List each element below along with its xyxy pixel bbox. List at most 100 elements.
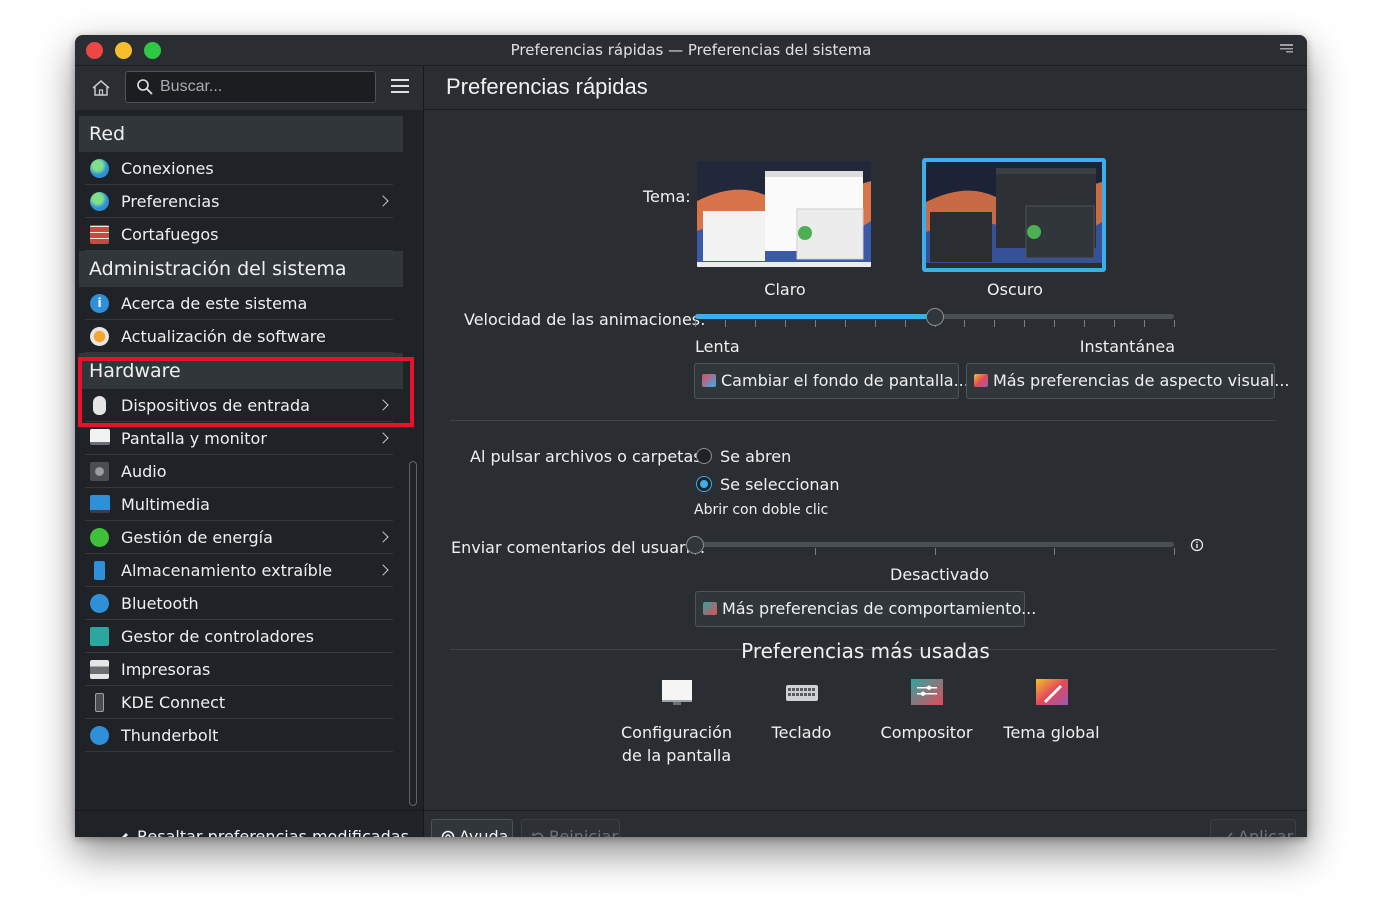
system-settings-window: Preferencias rápidas — Preferencias del … xyxy=(75,35,1307,837)
theme-light-thumbnail[interactable] xyxy=(695,159,873,269)
monitor-icon xyxy=(90,429,110,445)
favorite-label: Compositor xyxy=(880,723,973,742)
search-box[interactable] xyxy=(125,71,376,103)
globe-icon xyxy=(90,192,109,211)
mouse-icon xyxy=(93,396,106,415)
sidebar-item-conexiones[interactable]: Conexiones xyxy=(79,152,403,185)
slider-tick xyxy=(845,320,846,327)
more-behavior-label: Más preferencias de comportamiento... xyxy=(722,599,1037,618)
favorite-display-config[interactable]: Configuración de la pantalla xyxy=(614,679,739,767)
favorite-label: Teclado xyxy=(771,723,832,742)
chevron-right-icon xyxy=(377,564,389,576)
behavior-icon xyxy=(703,602,717,615)
sidebar-item-label: Dispositivos de entrada xyxy=(121,396,310,415)
sidebar-item-label: Audio xyxy=(121,462,167,481)
reset-button[interactable]: Reiniciar xyxy=(521,819,620,837)
keyboard-icon xyxy=(785,685,818,701)
slider-handle[interactable] xyxy=(686,536,704,554)
highlight-changed-button[interactable]: Resaltar preferencias modificadas xyxy=(113,827,409,837)
slider-tick xyxy=(905,320,906,327)
update-icon xyxy=(90,327,109,346)
info-icon[interactable] xyxy=(1190,538,1204,552)
sidebar-item-cortafuegos[interactable]: Cortafuegos xyxy=(79,218,403,251)
chevron-right-icon xyxy=(377,531,389,543)
theme-light-label: Claro xyxy=(764,280,806,299)
home-icon[interactable] xyxy=(91,78,111,98)
sidebar-item-pantalla[interactable]: Pantalla y monitor xyxy=(79,422,403,455)
radio-select[interactable] xyxy=(696,476,712,492)
info-icon: i xyxy=(90,294,109,313)
sidebar-item-label: Thunderbolt xyxy=(121,726,219,745)
check-icon xyxy=(1222,832,1233,837)
help-label: Ayuda xyxy=(459,827,509,837)
slider-tick xyxy=(815,320,816,327)
sidebar-item-impresoras[interactable]: Impresoras xyxy=(79,653,403,686)
sidebar-item-actualizacion[interactable]: Actualización de software xyxy=(79,320,403,353)
sidebar-item-label: Conexiones xyxy=(121,159,214,178)
sidebar-item-acerca[interactable]: i Acerca de este sistema xyxy=(79,287,403,320)
radio-select-label: Se seleccionan xyxy=(720,475,840,494)
favorite-global-theme[interactable]: Tema global xyxy=(989,679,1114,744)
display-config-icon xyxy=(661,680,692,705)
sidebar-item-label: Preferencias xyxy=(121,192,220,211)
slider-handle[interactable] xyxy=(926,308,944,326)
sidebar-item-controladores[interactable]: Gestor de controladores xyxy=(79,620,403,653)
sidebar-item-label: Acerca de este sistema xyxy=(121,294,308,313)
help-button[interactable]: Ayuda xyxy=(431,819,513,837)
favorites-title: Preferencias más usadas xyxy=(741,639,990,663)
compositor-icon xyxy=(910,679,943,705)
speaker-icon xyxy=(90,462,109,481)
change-wallpaper-button[interactable]: Cambiar el fondo de pantalla... xyxy=(694,363,969,399)
sidebar-item-bluetooth[interactable]: Bluetooth xyxy=(79,587,403,620)
slider-tick xyxy=(1174,548,1175,555)
separator xyxy=(450,420,1276,421)
sidebar-item-almacenamiento[interactable]: Almacenamiento extraíble xyxy=(79,554,403,587)
sidebar-item-label: Impresoras xyxy=(121,660,211,679)
slider-tick xyxy=(1174,320,1175,327)
thunderbolt-icon xyxy=(90,726,109,745)
slider-tick xyxy=(1114,320,1115,327)
theme-dark-label: Oscuro xyxy=(987,280,1043,299)
title-bar: Preferencias rápidas — Preferencias del … xyxy=(75,35,1307,66)
firewall-icon xyxy=(90,225,109,244)
apply-button[interactable]: Aplicar xyxy=(1210,819,1296,837)
theme-dark-thumbnail[interactable] xyxy=(922,158,1106,272)
sidebar-item-audio[interactable]: Audio xyxy=(79,455,403,488)
highlight-changed-label: Resaltar preferencias modificadas xyxy=(137,827,409,837)
hamburger-menu-icon[interactable] xyxy=(391,79,409,95)
search-icon xyxy=(137,79,153,95)
sidebar-item-dispositivos-entrada[interactable]: Dispositivos de entrada xyxy=(79,389,403,422)
sidebar-scrollbar[interactable] xyxy=(409,461,417,806)
slider-tick xyxy=(1054,320,1055,327)
main-panel: Preferencias rápidas Tema: Claro Oscuro … xyxy=(424,66,1307,837)
more-appearance-button[interactable]: Más preferencias de aspecto visual... xyxy=(966,363,1289,399)
radio-open[interactable] xyxy=(696,448,712,464)
page-title: Preferencias rápidas xyxy=(446,74,648,99)
sidebar-item-preferencias[interactable]: Preferencias xyxy=(79,185,403,218)
slider-tick xyxy=(964,320,965,327)
appearance-icon xyxy=(974,374,988,387)
slider-tick xyxy=(935,548,936,555)
sidebar-item-kdeconnect[interactable]: KDE Connect xyxy=(79,686,403,719)
favorite-compositor[interactable]: Compositor xyxy=(864,679,989,744)
window-menu-icon[interactable] xyxy=(1280,44,1293,55)
slider-tick xyxy=(1144,320,1145,327)
chevron-right-icon xyxy=(377,399,389,411)
more-behavior-button[interactable]: Más preferencias de comportamiento... xyxy=(695,591,1036,627)
section-heading-administracion: Administración del sistema xyxy=(79,251,403,287)
sidebar-item-thunderbolt[interactable]: Thunderbolt xyxy=(79,719,403,752)
search-input[interactable] xyxy=(160,76,365,98)
animation-max-label: Instantánea xyxy=(1079,337,1175,356)
usb-icon xyxy=(94,561,105,580)
theme-dark-preview xyxy=(926,162,1102,268)
reset-label: Reiniciar xyxy=(549,827,618,837)
category-list: Red Conexiones Preferencias Cortafuegos … xyxy=(79,116,403,752)
sidebar-item-energia[interactable]: Gestión de energía xyxy=(79,521,403,554)
multimedia-icon xyxy=(90,495,110,513)
sidebar-item-multimedia[interactable]: Multimedia xyxy=(79,488,403,521)
favorite-keyboard[interactable]: Teclado xyxy=(739,679,864,744)
theme-light-preview xyxy=(697,161,871,267)
section-heading-red: Red xyxy=(79,116,403,152)
slider-fill xyxy=(695,314,935,319)
section-heading-hardware: Hardware xyxy=(79,353,403,389)
